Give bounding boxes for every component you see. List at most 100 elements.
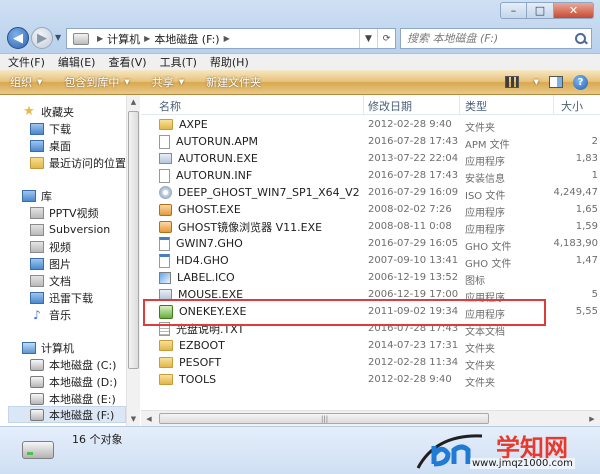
file-name: GHOST镜像浏览器 V11.EXE [178,220,323,234]
txt-file-icon [159,321,170,336]
object-count: 16 个对象 [72,433,123,446]
file-row[interactable]: GHOST镜像浏览器 V11.EXE 2008-08-11 0:08 应用程序 1,5… [141,218,600,236]
view-dropdown-icon[interactable]: ▼ [529,78,539,86]
file-row[interactable]: MOUSE.EXE 2006-12-19 17:00 应用程序 5 [141,286,600,304]
file-row[interactable]: EZBOOT 2014-07-23 17:31 文件夹 [141,337,600,355]
video-library-icon [30,240,44,253]
forward-button[interactable]: ▶ [31,27,53,49]
scrollbar-thumb[interactable] [128,111,139,369]
file-row[interactable]: AXPE 2012-02-28 9:40 文件夹 [141,116,600,134]
nav-pictures[interactable]: 图片 [30,255,71,272]
menu-help[interactable]: 帮助(H) [210,54,249,70]
column-name[interactable]: 名称 [159,98,181,114]
new-folder-button[interactable]: 新建文件夹 [206,74,261,90]
file-date: 2016-07-29 16:05 [368,238,459,249]
nav-downloads[interactable]: 下载 [30,120,71,137]
download-folder-icon [30,122,44,135]
file-row[interactable]: AUTORUN.EXE 2013-07-22 22:04 应用程序 1,83 [141,150,600,168]
file-type: 文件夹 [465,344,495,355]
file-row[interactable]: LABEL.ICO 2006-12-19 13:52 图标 [141,269,600,287]
maximize-button[interactable]: □ [527,2,554,19]
search-box[interactable] [400,28,592,49]
refresh-icon[interactable]: ⟳ [377,29,395,48]
file-row[interactable]: ONEKEY.EXE 2011-09-02 19:34 应用程序 5,55 [141,303,600,321]
file-name: DEEP_GHOST_WIN7_SP1_X64_V2016_08.iso [178,186,359,199]
nav-label: 视频 [49,240,71,254]
horizontal-scrollbar[interactable]: ◀ ||| ▶ [141,410,600,426]
nav-favorites[interactable]: ★ 收藏夹 [22,103,74,120]
breadcrumb-drive-f[interactable]: 本地磁盘 (F:) [154,31,219,47]
column-date[interactable]: 修改日期 [368,98,412,114]
scroll-right-icon[interactable]: ▶ [584,411,600,426]
nav-xunlei[interactable]: 迅雷下载 [30,289,93,306]
file-size: 5 [591,289,598,300]
file-row[interactable]: TOOLS 2012-02-28 9:40 文件夹 [141,371,600,389]
nav-pptv[interactable]: PPTV视频 [30,204,99,221]
nav-desktop[interactable]: 桌面 [30,137,71,154]
breadcrumb-separator-icon[interactable]: ▶ [144,34,150,43]
file-type: GHO 文件 [465,259,512,270]
file-row[interactable]: AUTORUN.INF 2016-07-28 17:43 安装信息 1 [141,167,600,185]
nav-drive-e[interactable]: 本地磁盘 (E:) [30,390,116,407]
file-date: 2008-08-11 0:08 [368,221,452,232]
menu-tools[interactable]: 工具(T) [160,54,197,70]
column-size[interactable]: 大小 [561,98,583,114]
file-type: 应用程序 [465,310,505,321]
file-name-cell: ONEKEY.EXE [159,303,359,320]
file-name: 光盘说明.TXT [176,322,245,336]
scroll-left-icon[interactable]: ◀ [141,411,157,426]
file-name: EZBOOT [179,339,225,352]
file-type: 图标 [465,276,485,287]
search-input[interactable] [407,32,567,45]
column-type[interactable]: 类型 [465,98,487,114]
back-button[interactable]: ◀ [7,27,29,49]
nav-drive-f[interactable]: 本地磁盘 (F:) [8,406,126,423]
scroll-down-icon[interactable]: ▼ [127,412,140,426]
nav-videos[interactable]: 视频 [30,238,71,255]
nav-drive-d[interactable]: 本地磁盘 (D:) [30,373,117,390]
file-date: 2012-02-28 9:40 [368,119,452,130]
breadcrumb-separator-icon[interactable]: ▶ [97,34,103,43]
scroll-up-icon[interactable]: ▲ [127,95,140,109]
share-button[interactable]: 共享 ▼ [152,74,184,90]
minimize-button[interactable]: – [500,2,527,19]
nav-computer[interactable]: 计算机 [22,339,74,356]
close-button[interactable]: ✕ [554,2,594,19]
include-in-library-button[interactable]: 包含到库中 ▼ [64,74,129,90]
help-icon[interactable]: ? [573,74,588,90]
search-icon[interactable] [575,32,587,45]
menu-file[interactable]: 文件(F) [8,54,45,70]
nav-label: Subversion [49,223,111,236]
file-row[interactable]: GWIN7.GHO 2016-07-29 16:05 GHO 文件 4,183,90 [141,235,600,253]
file-row[interactable]: AUTORUN.APM 2016-07-28 17:43 APM 文件 2 [141,133,600,151]
view-options-icon[interactable] [504,76,519,88]
file-type: 文件夹 [465,361,495,372]
address-dropdown-icon[interactable]: ▼ [359,29,377,48]
nav-drive-c[interactable]: 本地磁盘 (C:) [30,356,116,373]
menu-view[interactable]: 查看(V) [108,54,146,70]
download-folder-icon [30,291,44,304]
breadcrumb-computer[interactable]: 计算机 [107,31,140,47]
file-row[interactable]: PESOFT 2012-02-28 11:34 文件夹 [141,354,600,372]
documents-icon [30,274,44,287]
file-row[interactable]: HD4.GHO 2007-09-10 13:41 GHO 文件 1,47 [141,252,600,270]
nav-libraries[interactable]: 库 [22,187,52,204]
navigation-pane: ★ 收藏夹 下载 桌面 最近访问的位置 库 PPTV视频 Subversion 视… [0,95,140,426]
nav-documents[interactable]: 文档 [30,272,71,289]
preview-pane-icon[interactable] [549,76,563,88]
title-bar: – □ ✕ ◀ ▶ ▼ ▶ 计算机 ▶ 本地磁盘 (F:) ▶ ▼ ⟳ [0,0,600,54]
breadcrumb-separator-icon[interactable]: ▶ [224,34,230,43]
organize-button[interactable]: 组织 ▼ [10,74,42,90]
nav-recent[interactable]: 最近访问的位置 [30,154,126,171]
address-bar[interactable]: ▶ 计算机 ▶ 本地磁盘 (F:) ▶ ▼ ⟳ [66,28,396,49]
recent-pages-dropdown[interactable]: ▼ [55,33,61,42]
file-row[interactable]: GHOST.EXE 2008-02-02 7:26 应用程序 1,65 [141,201,600,219]
file-row[interactable]: DEEP_GHOST_WIN7_SP1_X64_V2016_08.iso 2016… [141,184,600,202]
file-size: 4,249,47 [553,187,598,198]
nav-subversion[interactable]: Subversion [30,221,110,238]
file-row[interactable]: 光盘说明.TXT 2016-07-28 17:43 文本文档 [141,320,600,338]
file-date: 2016-07-29 16:09 [368,187,459,198]
nav-music[interactable]: ♪ 音乐 [30,306,71,323]
menu-edit[interactable]: 编辑(E) [58,54,96,70]
navigation-scrollbar[interactable]: ▲ ▼ [126,95,140,426]
